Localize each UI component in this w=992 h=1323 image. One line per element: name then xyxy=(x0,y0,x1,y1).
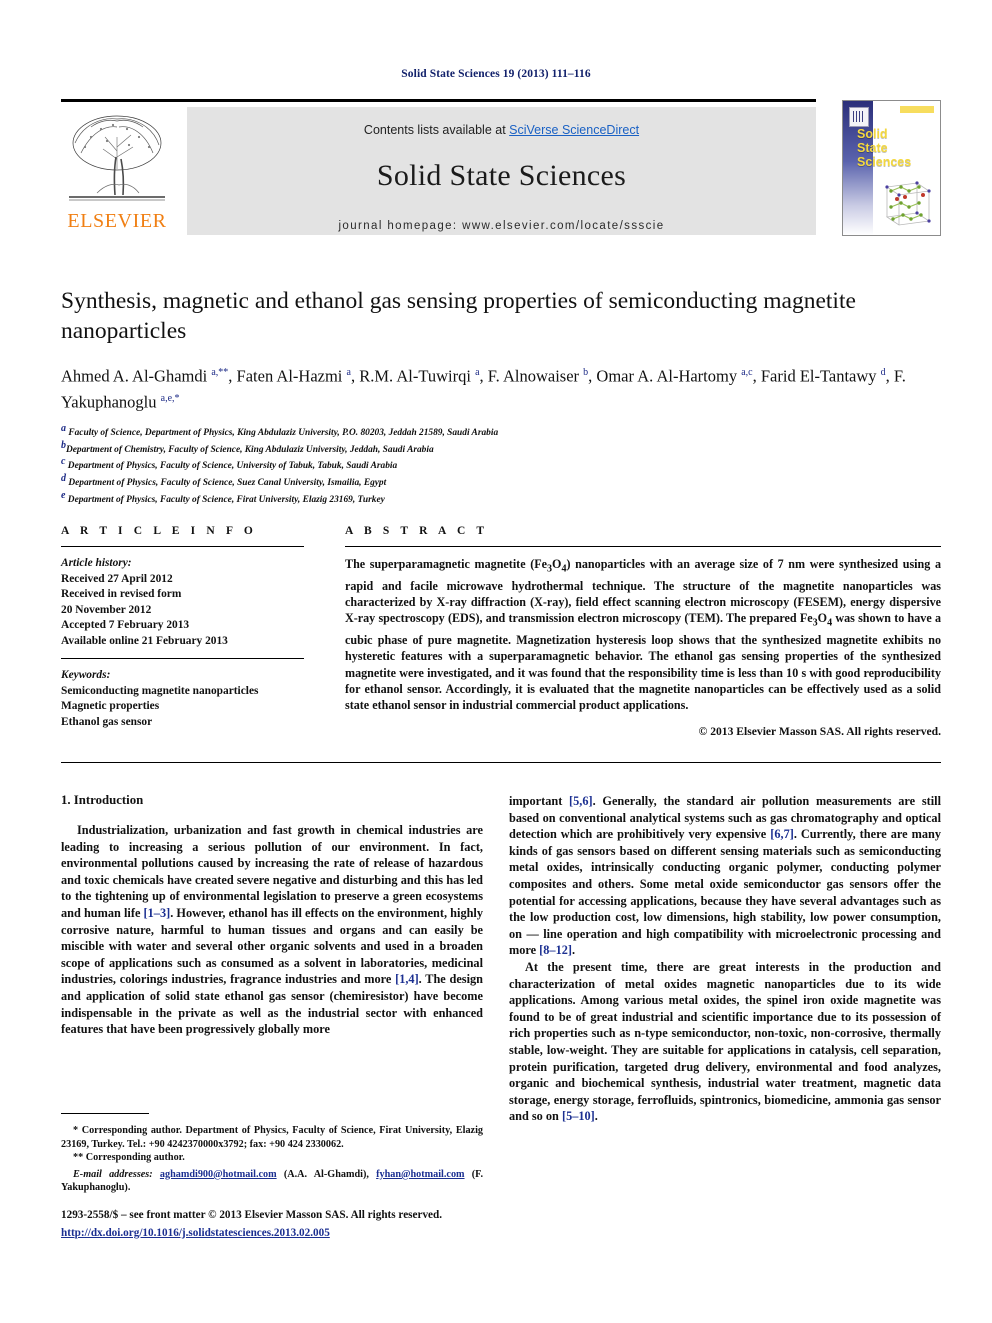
citation-ref[interactable]: [6,7] xyxy=(770,827,794,841)
journal-article-page: Solid State Sciences 19 (2013) 111–116 E… xyxy=(0,0,992,1323)
cover-title-line-2: State xyxy=(857,141,888,155)
affiliation-text: Department of Chemistry, Faculty of Scie… xyxy=(66,444,434,455)
sciencedirect-link[interactable]: SciVerse ScienceDirect xyxy=(509,123,639,137)
title-block: Synthesis, magnetic and ethanol gas sens… xyxy=(61,286,941,507)
keyword-item: Semiconducting magnetite nanoparticles xyxy=(61,684,259,697)
abstract-text: The superparamagnetic magnetite (Fe3O4) … xyxy=(345,557,941,713)
citation-ref[interactable]: [8–12] xyxy=(539,943,572,957)
cover-title-line-3: Sciences xyxy=(857,155,912,169)
author-name: Ahmed A. Al-Ghamdi xyxy=(61,366,212,386)
affiliation-text: Department of Physics, Faculty of Scienc… xyxy=(67,461,398,472)
body-paragraph: important [5,6]. Generally, the standard… xyxy=(509,794,941,958)
article-info-heading: A R T I C L E I N F O xyxy=(61,525,257,537)
contents-line: Contents lists available at SciVerse Sci… xyxy=(187,123,816,137)
affiliation-text: Department of Physics, Faculty of Scienc… xyxy=(68,478,387,489)
keyword-item: Ethanol gas sensor xyxy=(61,715,153,728)
abstract-copyright: © 2013 Elsevier Masson SAS. All rights r… xyxy=(698,725,941,739)
affiliation-item: d Department of Physics, Faculty of Scie… xyxy=(61,473,941,490)
keywords-label: Keywords: xyxy=(61,669,111,681)
email-link-2[interactable]: fyhan@hotmail.com xyxy=(376,1169,464,1180)
footnote-corresponding-author-1: * Corresponding author. Department of Ph… xyxy=(61,1124,483,1151)
body-column-left: 1. Introduction Industrialization, urban… xyxy=(61,793,483,1038)
cover-yellow-bar xyxy=(900,106,934,113)
abstract-divider xyxy=(345,546,941,547)
author-name: , Omar A. Al-Hartomy xyxy=(588,366,742,386)
doi-link[interactable]: http://dx.doi.org/10.1016/j.solidstatesc… xyxy=(61,1227,330,1239)
footnote-corresponding-author-2: ** Corresponding author. xyxy=(61,1151,483,1165)
crystal-structure-icon xyxy=(885,181,931,226)
affiliation-mark: d xyxy=(61,473,66,485)
article-history-item: Available online 21 February 2013 xyxy=(61,634,228,647)
abstract-heading: A B S T R A C T xyxy=(345,525,489,537)
header-top-rule xyxy=(61,99,816,102)
section-heading-introduction: 1. Introduction xyxy=(61,793,144,807)
journal-homepage[interactable]: journal homepage: www.elsevier.com/locat… xyxy=(187,220,816,232)
article-history-item: Received 27 April 2012 xyxy=(61,572,173,585)
affiliation-mark: e xyxy=(61,489,66,501)
elsevier-wordmark: ELSEVIER xyxy=(67,210,167,232)
article-info-section: A R T I C L E I N F O Article history: R… xyxy=(61,525,304,730)
email-addresses-label: E-mail addresses: xyxy=(73,1168,153,1180)
body-paragraph: Industrialization, urbanization and fast… xyxy=(61,823,483,1037)
footnote-text: ** Corresponding author. xyxy=(73,1152,185,1164)
affiliation-mark: c xyxy=(61,456,66,468)
affiliation-text: Department of Physics, Faculty of Scienc… xyxy=(67,495,385,505)
affiliation-mark: a xyxy=(61,423,66,434)
article-history-item: Accepted 7 February 2013 xyxy=(61,619,190,631)
citation-ref[interactable]: [1–3] xyxy=(144,906,171,920)
affiliation-item: e Department of Physics, Faculty of Scie… xyxy=(61,490,941,507)
author-list: Ahmed A. Al-Ghamdi a,**, Faten Al-Hazmi … xyxy=(61,362,941,413)
cover-title: Solid State Sciences xyxy=(857,127,911,169)
journal-cover-thumbnail[interactable]: Solid State Sciences xyxy=(842,100,941,236)
issn-copyright-line: 1293-2558/$ – see front matter © 2013 El… xyxy=(61,1209,443,1221)
article-info-divider xyxy=(61,546,304,547)
body-column-right: important [5,6]. Generally, the standard… xyxy=(509,793,941,1125)
journal-banner: Contents lists available at SciVerse Sci… xyxy=(187,107,816,235)
journal-title: Solid State Sciences xyxy=(376,159,627,192)
journal-header-band: ELSEVIER Contents lists available at Sci… xyxy=(61,99,941,236)
footnote-emails: E-mail addresses: aghamdi900@hotmail.com… xyxy=(61,1168,483,1195)
affiliation-item: a Faculty of Science, Department of Phys… xyxy=(61,423,941,440)
cover-title-line-1: Solid xyxy=(857,127,888,141)
article-history-item: Received in revised form xyxy=(61,588,182,600)
keywords-divider xyxy=(61,658,304,659)
body-top-rule xyxy=(61,762,941,763)
keywords-block: Keywords: Semiconducting magnetite nanop… xyxy=(61,668,304,730)
running-head: Solid State Sciences 19 (2013) 111–116 xyxy=(401,68,591,80)
author-affiliation-mark: a,** xyxy=(211,367,229,378)
citation-ref[interactable]: [1,4] xyxy=(395,972,419,986)
author-name: , Faten Al-Hazmi xyxy=(228,366,347,386)
author-name: , F. Alnowaiser xyxy=(479,366,584,386)
author-name: , R.M. Al-Tuwirqi xyxy=(350,366,476,386)
footnote-text: * Corresponding author. Department of Ph… xyxy=(61,1125,483,1150)
affiliation-item: bDepartment of Chemistry, Faculty of Sci… xyxy=(61,440,941,457)
email-owner-1: (A.A. Al-Ghamdi), xyxy=(283,1168,369,1180)
email-link-1[interactable]: aghamdi900@hotmail.com xyxy=(160,1169,277,1180)
body-paragraph: At the present time, there are great int… xyxy=(509,959,941,1124)
bottom-matter: 1293-2558/$ – see front matter © 2013 El… xyxy=(61,1208,561,1241)
citation-ref[interactable]: [5,6] xyxy=(569,794,593,808)
article-title: Synthesis, magnetic and ethanol gas sens… xyxy=(61,288,856,344)
cover-publisher-emblem-icon xyxy=(849,107,869,127)
citation-ref[interactable]: [5–10] xyxy=(562,1109,595,1123)
affiliation-text: Faculty of Science, Department of Physic… xyxy=(68,428,499,439)
elsevier-logo: ELSEVIER xyxy=(61,107,173,235)
abstract-section: A B S T R A C T The superparamagnetic ma… xyxy=(345,525,941,738)
contents-prefix: Contents lists available at xyxy=(363,123,510,137)
article-history-label: Article history: xyxy=(61,557,132,569)
footnote-divider xyxy=(61,1113,149,1114)
author-affiliation-mark: a,c xyxy=(741,367,753,378)
affiliation-list: a Faculty of Science, Department of Phys… xyxy=(61,423,941,507)
keyword-item: Magnetic properties xyxy=(61,700,160,712)
elsevier-tree-icon xyxy=(69,115,165,201)
footnotes-block: * Corresponding author. Department of Ph… xyxy=(61,1124,483,1195)
author-affiliation-mark: a,e,* xyxy=(160,392,180,404)
affiliation-item: c Department of Physics, Faculty of Scie… xyxy=(61,456,941,473)
article-history-item: 20 November 2012 xyxy=(61,603,152,616)
author-name: , Farid El-Tantawy xyxy=(752,366,881,386)
